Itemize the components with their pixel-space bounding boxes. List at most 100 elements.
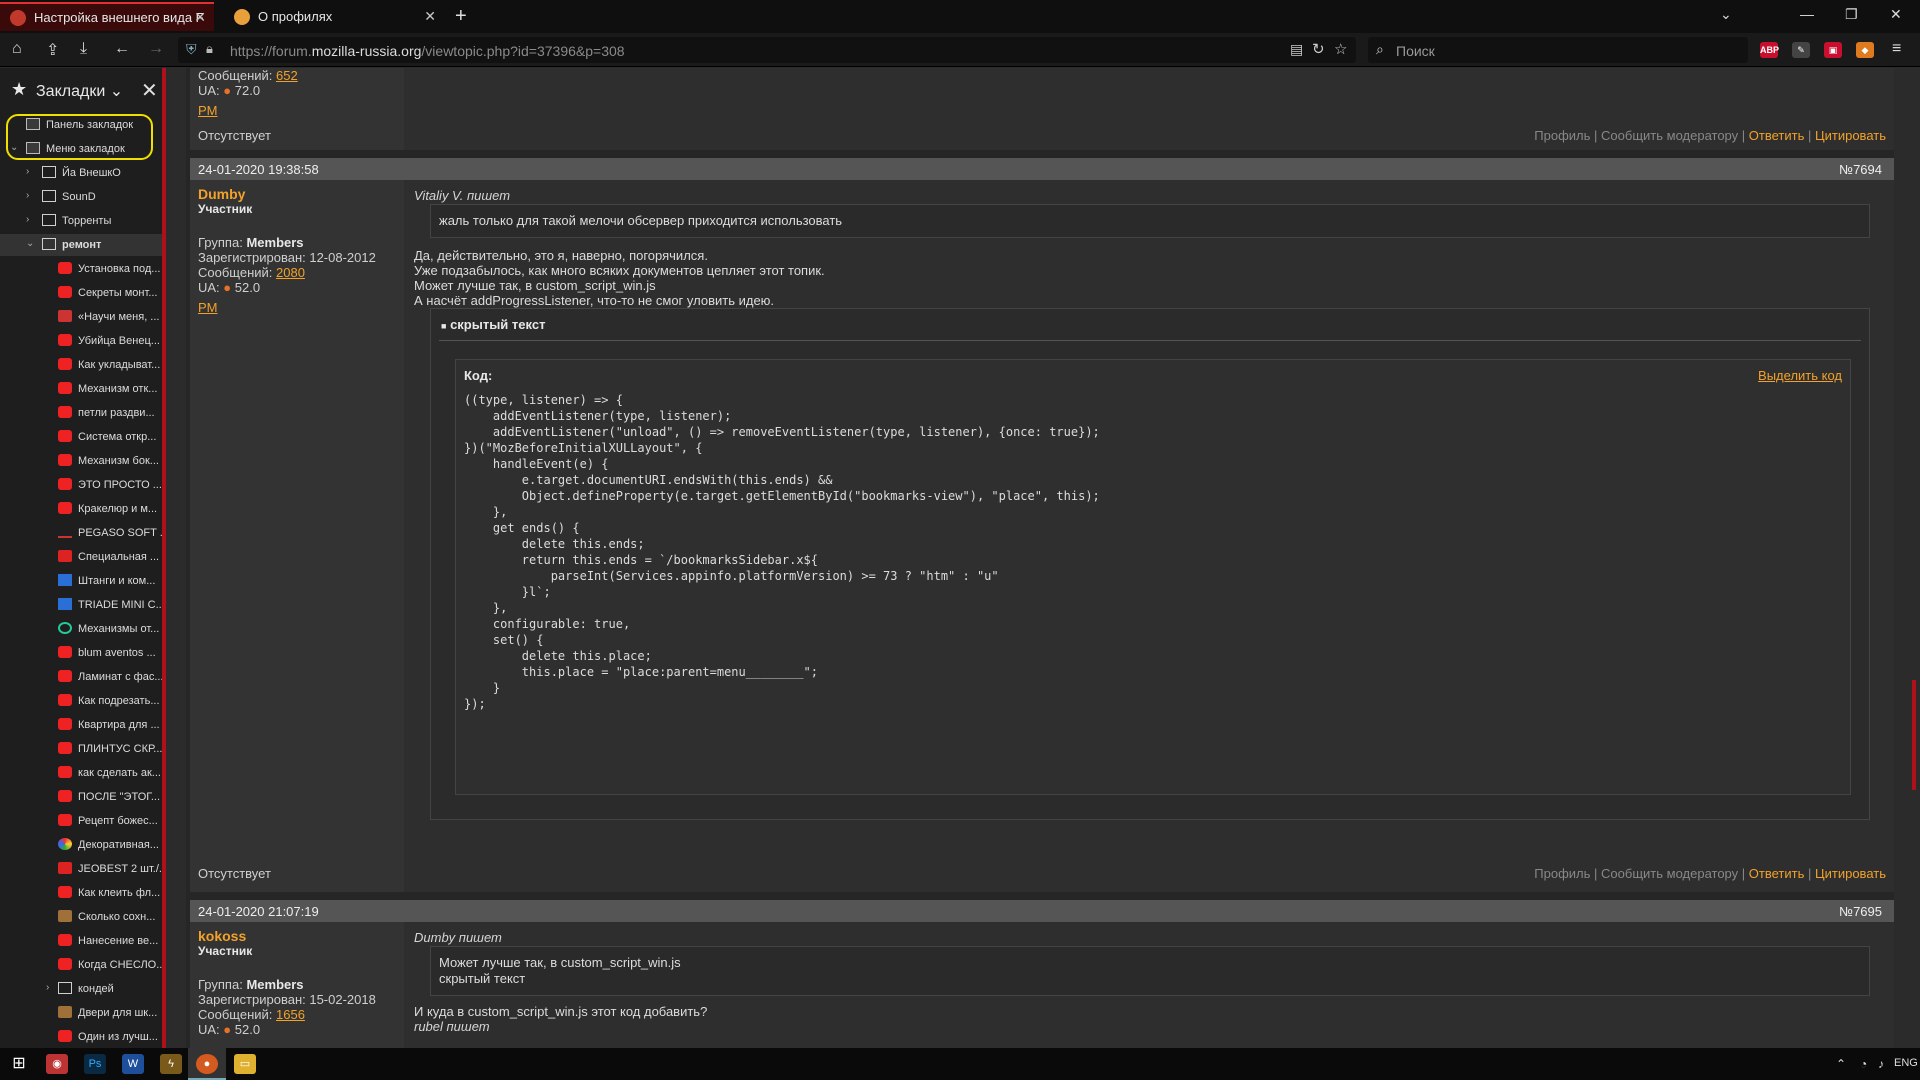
chevron-down-icon[interactable]: ⌄ <box>26 238 34 249</box>
close-sidebar-icon[interactable]: ✕ <box>141 78 158 103</box>
chevron-right-icon[interactable]: › <box>26 190 29 201</box>
bookmark-item[interactable]: Декоративная... <box>0 834 162 856</box>
close-tab-icon[interactable]: ✕ <box>424 8 436 25</box>
bookmark-folder[interactable]: › SounD <box>0 186 162 208</box>
restore-icon[interactable]: ❐ <box>1845 6 1858 23</box>
bookmark-item[interactable]: Механизм бок... <box>0 450 162 472</box>
photoshop-icon[interactable]: Ps <box>84 1054 106 1074</box>
bookmark-item[interactable]: Рецепт божес... <box>0 810 162 832</box>
new-tab-icon[interactable]: + <box>455 5 467 28</box>
bookmark-item[interactable]: PEGASO SOFT ... <box>0 522 162 544</box>
reply-link[interactable]: Ответить <box>1749 128 1805 143</box>
firefox-icon[interactable]: ● <box>196 1054 218 1074</box>
close-window-icon[interactable]: ✕ <box>1890 6 1902 23</box>
bookmark-item[interactable]: Как укладыват... <box>0 354 162 376</box>
tab-customize[interactable]: Настройка внешнего вида Fire ✕ <box>0 2 214 31</box>
chevron-right-icon[interactable]: › <box>46 982 49 993</box>
menu-icon[interactable]: ≡ <box>1892 40 1901 58</box>
bookmark-folder[interactable]: › Торренты <box>0 210 162 232</box>
post-date[interactable]: 24-01-2020 19:38:58 <box>198 162 319 177</box>
wifi-icon[interactable]: ◔ <box>1860 1057 1867 1071</box>
quote-link[interactable]: Цитировать <box>1815 128 1886 143</box>
bookmark-item[interactable]: Нанесение ве... <box>0 930 162 952</box>
scrollbar-thumb[interactable] <box>1912 680 1916 790</box>
profile-link[interactable]: Профиль <box>1534 128 1590 143</box>
adblock-icon[interactable]: ABP <box>1760 42 1779 58</box>
windows-start-icon[interactable]: ⊞ <box>8 1054 30 1074</box>
bookmark-manager-icon[interactable]: ⇪ <box>46 40 59 60</box>
profile-link[interactable]: Профиль <box>1534 866 1590 881</box>
pm-link[interactable]: PM <box>198 300 218 315</box>
minimize-icon[interactable]: — <box>1800 6 1814 22</box>
reader-view-icon[interactable]: ▤ <box>1290 41 1303 58</box>
bookmark-item[interactable]: Кракелюр и м... <box>0 498 162 520</box>
url-bar[interactable]: ⛨ 🔒︎ https://forum.mozilla-russia.org/vi… <box>178 37 1356 63</box>
bookmark-item[interactable]: ПЛИНТУС СКР... <box>0 738 162 760</box>
report-link[interactable]: Сообщить модератору <box>1601 866 1738 881</box>
download-icon[interactable]: ⤓ <box>80 40 87 58</box>
file-explorer-icon[interactable]: ▭ <box>234 1054 256 1074</box>
bookmark-item[interactable]: Как клеить фл... <box>0 882 162 904</box>
language-indicator[interactable]: ENG <box>1894 1057 1918 1069</box>
report-link[interactable]: Сообщить модератору <box>1601 128 1738 143</box>
bookmark-item[interactable]: Один из лучш... <box>0 1026 162 1048</box>
close-tab-icon[interactable]: ✕ <box>194 9 206 26</box>
select-code-link[interactable]: Выделить код <box>1758 368 1842 383</box>
back-icon[interactable]: ← <box>114 40 130 58</box>
scrollbar[interactable] <box>1908 68 1920 1048</box>
messages-link[interactable]: 2080 <box>276 265 305 280</box>
bookmark-item[interactable]: TRIADE MINI C... <box>0 594 162 616</box>
sidebar-title-button[interactable]: Закладки ⌄ <box>36 81 123 101</box>
bookmark-item[interactable]: петли раздви... <box>0 402 162 424</box>
bookmark-item[interactable]: Система откр... <box>0 426 162 448</box>
bookmark-item[interactable]: Секреты монт... <box>0 282 162 304</box>
bookmark-item[interactable]: blum aventos ... <box>0 642 162 664</box>
volume-icon[interactable]: ♪ <box>1878 1057 1884 1071</box>
chevron-right-icon[interactable]: › <box>26 214 29 225</box>
lock-extension-icon[interactable]: ▣ <box>1824 42 1842 58</box>
lock-icon[interactable]: 🔒︎ <box>206 41 213 57</box>
app-icon[interactable]: ◉ <box>46 1054 68 1074</box>
bookmark-item[interactable]: «Научи меня, ... <box>0 306 162 328</box>
bookmark-item[interactable]: Двери для шк... <box>0 1002 162 1024</box>
quote-link[interactable]: Цитировать <box>1815 866 1886 881</box>
tray-chevron-icon[interactable]: ⌃ <box>1836 1057 1846 1071</box>
post-number[interactable]: №7694 <box>1839 162 1882 177</box>
code-text[interactable]: ((type, listener) => { addEventListener(… <box>464 392 1100 712</box>
bookmark-item[interactable]: Ламинат с фас... <box>0 666 162 688</box>
bookmark-item[interactable]: ПОСЛЕ "ЭТОГ... <box>0 786 162 808</box>
bookmark-folder[interactable]: › Йа ВнешкО <box>0 162 162 184</box>
bookmark-item[interactable]: Штанги и ком... <box>0 570 162 592</box>
chevron-right-icon[interactable]: › <box>26 166 29 177</box>
word-icon[interactable]: W <box>122 1054 144 1074</box>
app-icon[interactable]: ϟ <box>160 1054 182 1074</box>
shield-icon[interactable]: ⛨ <box>186 41 197 58</box>
bookmark-item[interactable]: Механизмы от... <box>0 618 162 640</box>
post-author[interactable]: Dumby <box>198 186 245 202</box>
bookmark-item[interactable]: Механизм отк... <box>0 378 162 400</box>
post-number[interactable]: №7695 <box>1839 904 1882 919</box>
bookmark-item[interactable]: Когда СНЕСЛО... <box>0 954 162 976</box>
post-date[interactable]: 24-01-2020 21:07:19 <box>198 904 319 919</box>
reload-icon[interactable]: ↻ <box>1312 40 1325 58</box>
bookmark-item[interactable]: Убийца Венец... <box>0 330 162 352</box>
bookmark-folder[interactable]: › кондей <box>0 978 162 1000</box>
home-icon[interactable]: ⌂ <box>12 40 22 58</box>
tab-profiles[interactable]: О профилях ✕ <box>224 2 444 31</box>
post-author[interactable]: kokoss <box>198 928 246 944</box>
metamask-icon[interactable]: ◆ <box>1856 42 1874 58</box>
messages-link[interactable]: 1656 <box>276 1007 305 1022</box>
bookmark-item[interactable]: как сделать ак... <box>0 762 162 784</box>
url-text[interactable]: https://forum.mozilla-russia.org/viewtop… <box>230 43 625 59</box>
bookmark-item[interactable]: Квартира для ... <box>0 714 162 736</box>
bookmark-item[interactable]: Установка под... <box>0 258 162 280</box>
tab-list-icon[interactable]: ⌄ <box>1720 6 1732 23</box>
bookmark-item[interactable]: ЭТО ПРОСТО ... <box>0 474 162 496</box>
bookmark-item[interactable]: Как подрезать... <box>0 690 162 712</box>
pm-link[interactable]: PM <box>198 103 218 118</box>
search-bar[interactable]: ⌕ Поиск <box>1368 37 1748 63</box>
messages-link[interactable]: 652 <box>276 68 298 83</box>
spoiler-toggle[interactable]: ■ скрытый текст <box>441 317 545 332</box>
extension-icon[interactable]: ✎ <box>1792 42 1810 58</box>
bookmark-folder[interactable]: ⌄ ремонт <box>0 234 162 256</box>
